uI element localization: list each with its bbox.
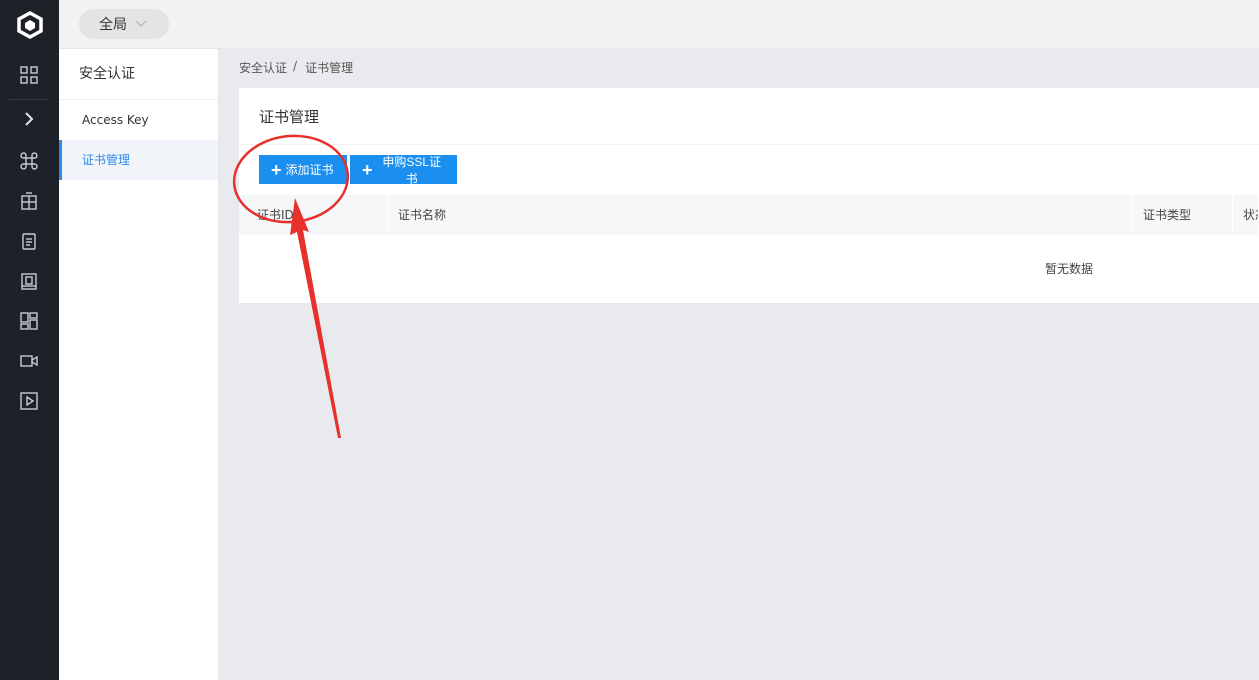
notebook-icon[interactable] xyxy=(17,229,41,253)
column-header-certificate-id[interactable]: 证书ID xyxy=(247,195,388,235)
breadcrumb-parent[interactable]: 安全认证 xyxy=(239,59,287,76)
scope-label: 全局 xyxy=(99,17,127,33)
breadcrumb-separator: / xyxy=(293,59,298,73)
secondary-sidebar: 安全认证 Access Key 证书管理 xyxy=(59,49,219,680)
page-title: 证书管理 xyxy=(259,108,320,126)
chevron-down-icon xyxy=(135,20,147,28)
table-header: 证书ID 证书名称 证书类型 状态 xyxy=(239,195,1259,235)
logo-icon[interactable] xyxy=(0,0,59,49)
play-icon[interactable] xyxy=(17,389,41,413)
breadcrumb-current: 证书管理 xyxy=(305,61,354,75)
plus-icon: + xyxy=(271,159,282,180)
top-header: 全局 xyxy=(59,0,1259,49)
buy-ssl-label: 申购SSL证书 xyxy=(382,154,442,186)
icon-sidebar xyxy=(0,0,59,680)
dashboard-icon[interactable] xyxy=(17,309,41,333)
plus-icon: + xyxy=(362,159,373,180)
subnav-item-access-key[interactable]: Access Key xyxy=(59,100,218,140)
chevron-right-icon[interactable] xyxy=(17,107,41,131)
column-header-status[interactable]: 状态 xyxy=(1233,195,1259,235)
add-certificate-label: 添加证书 xyxy=(285,163,334,177)
add-certificate-button[interactable]: + 添加证书 xyxy=(259,155,347,184)
column-header-certificate-type[interactable]: 证书类型 xyxy=(1133,195,1233,235)
column-header-certificate-name[interactable]: 证书名称 xyxy=(388,195,1133,235)
command-icon[interactable] xyxy=(17,149,41,173)
scope-selector[interactable]: 全局 xyxy=(79,9,169,39)
subnav-title: 安全认证 xyxy=(59,49,218,100)
buy-ssl-certificate-button[interactable]: + 申购SSL证书 xyxy=(350,154,457,186)
grid-icon[interactable] xyxy=(17,63,41,87)
book-icon[interactable] xyxy=(17,269,41,293)
video-icon[interactable] xyxy=(17,349,41,373)
empty-state-text: 暂无数据 xyxy=(1045,262,1094,276)
breadcrumb: 安全认证 / 证书管理 xyxy=(239,59,353,76)
sidebar-divider xyxy=(9,99,49,100)
building-icon[interactable] xyxy=(17,189,41,213)
card-divider xyxy=(239,144,1259,145)
certificate-card: 证书管理 + 添加证书 + 申购SSL证书 证书ID 证书名称 证书类型 状态 … xyxy=(239,88,1259,303)
subnav-item-certificate-management[interactable]: 证书管理 xyxy=(59,140,218,180)
